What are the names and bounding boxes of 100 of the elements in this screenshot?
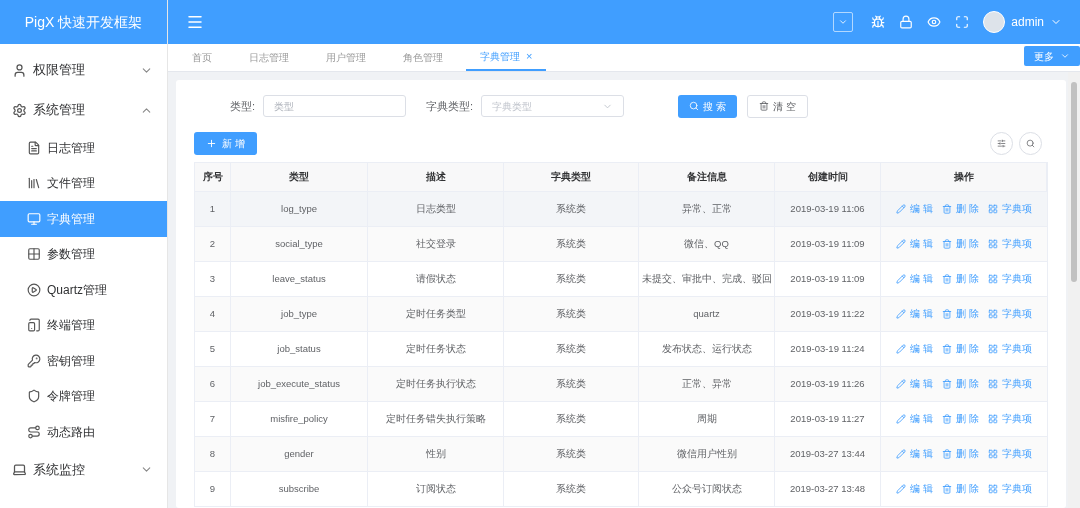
dict-items-link[interactable]: 字典项: [1001, 481, 1032, 497]
user-icon: [12, 62, 27, 78]
trash-icon[interactable]: [942, 309, 952, 319]
sliders-icon: [997, 138, 1006, 148]
pencil-icon[interactable]: [896, 449, 907, 459]
table-cell: 系统类: [504, 472, 639, 506]
sidebar-item[interactable]: 字典管理: [0, 201, 167, 237]
sidebar-item[interactable]: 文件管理: [0, 165, 167, 201]
dict-items-link[interactable]: 字典项: [1001, 411, 1032, 427]
table-cell: 2019-03-27 13:48: [775, 472, 881, 506]
pencil-icon[interactable]: [896, 414, 907, 424]
page-tab[interactable]: 用户管理: [312, 43, 380, 71]
edit-link[interactable]: 编 辑: [910, 201, 933, 217]
pencil-icon[interactable]: [896, 309, 907, 319]
add-button[interactable]: 新 增: [194, 131, 257, 155]
edit-link[interactable]: 编 辑: [910, 306, 933, 322]
page-tab[interactable]: 日志管理: [235, 43, 303, 71]
pencil-icon[interactable]: [896, 379, 907, 389]
edit-link[interactable]: 编 辑: [910, 341, 933, 357]
delete-link[interactable]: 删 除: [956, 341, 979, 357]
trash-icon: [758, 101, 769, 111]
avatar[interactable]: [983, 11, 1006, 33]
sidebar-menu-item[interactable]: 系统管理: [0, 90, 167, 130]
search-button[interactable]: 搜 索: [678, 94, 737, 118]
bug-icon[interactable]: [871, 15, 886, 29]
more-button[interactable]: 更多: [1024, 46, 1080, 66]
sidebar-menu-item[interactable]: 系统监控: [0, 449, 167, 490]
sidebar-item[interactable]: 动态路由: [0, 414, 167, 450]
key-icon: [27, 353, 41, 368]
input-field[interactable]: 类型: [263, 95, 407, 117]
grid-icon[interactable]: [987, 239, 998, 249]
grid-icon[interactable]: [987, 344, 998, 354]
sidebar-item[interactable]: 终端管理: [0, 307, 167, 343]
delete-link[interactable]: 删 除: [956, 201, 979, 217]
page-tab[interactable]: 角色管理: [389, 43, 457, 71]
edit-link[interactable]: 编 辑: [910, 411, 933, 427]
chevron-icon: [838, 17, 849, 27]
edit-link[interactable]: 编 辑: [910, 271, 933, 287]
table-cell: 订阅状态: [368, 472, 504, 506]
table-cell: subscribe: [231, 472, 368, 506]
clear-button[interactable]: 清 空: [746, 94, 808, 118]
pencil-icon[interactable]: [896, 344, 907, 354]
trash-icon[interactable]: [942, 414, 952, 424]
menu-icon[interactable]: [186, 13, 204, 31]
sidebar-item[interactable]: Quartz管理: [0, 272, 167, 308]
dict-items-link[interactable]: 字典项: [1001, 201, 1032, 217]
scrollbar[interactable]: [1068, 72, 1080, 508]
delete-link[interactable]: 删 除: [956, 411, 979, 427]
trash-icon[interactable]: [942, 344, 952, 354]
pencil-icon[interactable]: [896, 274, 907, 284]
pencil-icon[interactable]: [896, 484, 907, 494]
grid-icon[interactable]: [987, 449, 998, 459]
grid-icon[interactable]: [987, 414, 998, 424]
grid-icon[interactable]: [987, 274, 998, 284]
grid-icon[interactable]: [987, 379, 998, 389]
table-cell: 公众号订阅状态: [639, 472, 775, 506]
delete-link[interactable]: 删 除: [956, 236, 979, 252]
eye-icon[interactable]: [927, 15, 942, 29]
dict-items-link[interactable]: 字典项: [1001, 271, 1032, 287]
trash-icon[interactable]: [942, 204, 952, 214]
pencil-icon[interactable]: [896, 239, 907, 249]
grid-icon[interactable]: [987, 484, 998, 494]
trash-icon[interactable]: [942, 449, 952, 459]
sidebar-item[interactable]: 令牌管理: [0, 378, 167, 414]
trash-icon[interactable]: [942, 239, 952, 249]
trash-icon[interactable]: [942, 274, 952, 284]
page-tab[interactable]: 首页: [178, 43, 226, 71]
edit-link[interactable]: 编 辑: [910, 236, 933, 252]
user-name[interactable]: admin: [1011, 13, 1044, 31]
grid-icon[interactable]: [987, 309, 998, 319]
sidebar-menu-item[interactable]: 权限管理: [0, 50, 167, 90]
filter-label: 类型:: [230, 98, 256, 114]
sidebar-item[interactable]: 参数管理: [0, 236, 167, 272]
trash-icon[interactable]: [942, 484, 952, 494]
sidebar-item[interactable]: 密钥管理: [0, 343, 167, 379]
delete-link[interactable]: 删 除: [956, 271, 979, 287]
delete-link[interactable]: 删 除: [956, 376, 979, 392]
edit-link[interactable]: 编 辑: [910, 481, 933, 497]
dropdown-toggle[interactable]: [833, 12, 854, 32]
delete-link[interactable]: 删 除: [956, 306, 979, 322]
delete-link[interactable]: 删 除: [956, 446, 979, 462]
dict-items-link[interactable]: 字典项: [1001, 306, 1032, 322]
tab-close[interactable]: ×: [526, 47, 533, 65]
pencil-icon[interactable]: [896, 204, 907, 214]
plus-icon: [206, 137, 217, 149]
dict-items-link[interactable]: 字典项: [1001, 446, 1032, 462]
dict-items-link[interactable]: 字典项: [1001, 236, 1032, 252]
sidebar-item[interactable]: 日志管理: [0, 130, 167, 166]
trash-icon[interactable]: [942, 379, 952, 389]
page-tab[interactable]: 字典管理 ×: [466, 43, 547, 71]
fullscreen-icon[interactable]: [955, 15, 970, 29]
edit-link[interactable]: 编 辑: [910, 446, 933, 462]
delete-link[interactable]: 删 除: [956, 481, 979, 497]
dict-items-link[interactable]: 字典项: [1001, 376, 1032, 392]
filter-label: 字典类型:: [426, 98, 474, 114]
grid-icon[interactable]: [987, 204, 998, 214]
lock-icon[interactable]: [899, 15, 914, 29]
dict-items-link[interactable]: 字典项: [1001, 341, 1032, 357]
laptop-icon: [12, 462, 27, 477]
edit-link[interactable]: 编 辑: [910, 376, 933, 392]
